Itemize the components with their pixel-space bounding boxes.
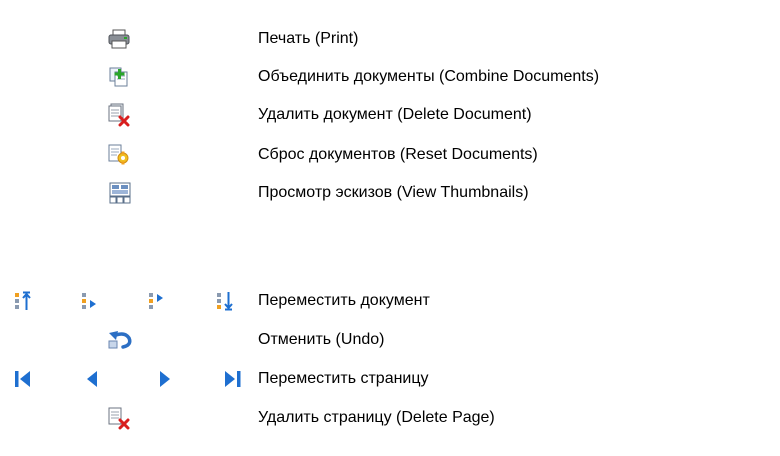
legend-label-print: Печать (Print) [258, 30, 359, 47]
legend-row-undo: Отменить (Undo) [0, 325, 780, 355]
legend-row-print: Печать (Print) [0, 24, 780, 54]
previous-page-icon[interactable] [85, 369, 99, 389]
delete-document-icon[interactable] [108, 103, 130, 127]
legend-row-delete-document: Удалить документ (Delete Document) [0, 100, 780, 130]
legend-label-reset-documents: Сброс документов (Reset Documents) [258, 146, 538, 163]
legend-label-move-page: Переместить страницу [258, 370, 429, 387]
move-document-top-icon[interactable] [14, 291, 32, 311]
next-page-icon[interactable] [158, 369, 172, 389]
reset-documents-icon[interactable] [108, 143, 130, 167]
legend-row-move-document-group: Переместить документ [0, 286, 780, 316]
legend-label-view-thumbnails: Просмотр эскизов (View Thumbnails) [258, 184, 529, 201]
legend-label-delete-page: Удалить страницу (Delete Page) [258, 409, 495, 426]
legend-row-reset-documents: Сброс документов (Reset Documents) [0, 140, 780, 170]
legend-row-combine-documents: Объединить документы (Combine Documents) [0, 62, 780, 92]
delete-page-icon[interactable] [108, 406, 130, 430]
combine-documents-icon[interactable] [109, 67, 129, 87]
legend-row-move-page: Переместить страницу [0, 364, 780, 394]
last-page-icon[interactable] [224, 369, 242, 389]
legend-label-combine-documents: Объединить документы (Combine Documents) [258, 68, 600, 85]
view-thumbnails-icon[interactable] [109, 182, 131, 204]
legend-label-delete-document: Удалить документ (Delete Document) [258, 106, 532, 123]
first-page-icon[interactable] [14, 369, 32, 389]
print-icon[interactable] [108, 29, 130, 49]
move-document-bottom-icon[interactable] [216, 291, 234, 311]
move-document-down-icon[interactable] [148, 291, 166, 311]
legend-label-move-document: Переместить документ [258, 292, 430, 309]
legend-row-view-thumbnails: Просмотр эскизов (View Thumbnails) [0, 178, 780, 208]
legend-label-undo: Отменить (Undo) [258, 331, 385, 348]
undo-icon[interactable] [107, 330, 133, 350]
legend-row-delete-page: Удалить страницу (Delete Page) [0, 403, 780, 433]
move-document-up-icon[interactable] [81, 291, 99, 311]
